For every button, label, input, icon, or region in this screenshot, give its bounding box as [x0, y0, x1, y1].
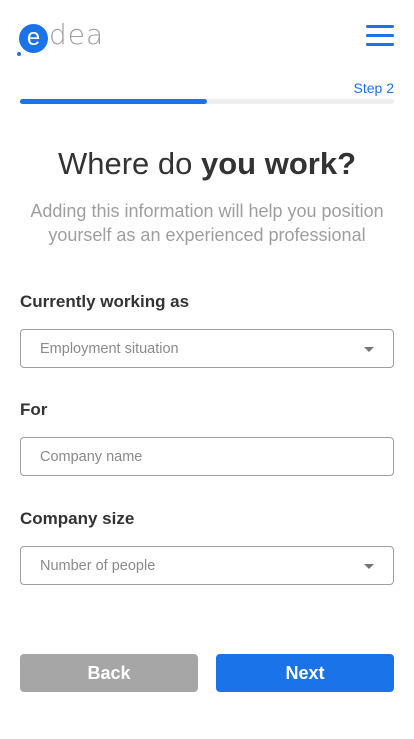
- employment-select-placeholder: Employment situation: [40, 340, 179, 357]
- company-size-placeholder: Number of people: [40, 557, 156, 574]
- hamburger-menu-icon[interactable]: [366, 25, 394, 47]
- chevron-down-icon: [364, 564, 374, 569]
- progress-bar: [20, 99, 394, 104]
- company-name-placeholder: Company name: [40, 448, 143, 465]
- header: e dea: [0, 0, 414, 70]
- page-subtitle: Adding this information will help you po…: [30, 201, 384, 245]
- logo-mark: e: [17, 23, 48, 56]
- step-label: Step 2: [353, 80, 394, 96]
- back-button[interactable]: Back: [20, 654, 198, 692]
- progress-bar-fill: [20, 99, 207, 104]
- company-size-label: Company size: [20, 509, 135, 528]
- company-label: For: [20, 400, 48, 419]
- employment-select[interactable]: Employment situation: [20, 329, 394, 368]
- menu-line-top: [366, 25, 394, 28]
- chevron-down-icon: [364, 347, 374, 352]
- menu-line-middle: [366, 34, 394, 37]
- edea-logo[interactable]: e dea: [17, 17, 105, 56]
- next-button[interactable]: Next: [216, 654, 394, 692]
- page-title-bold: you work?: [201, 146, 357, 181]
- logo-wordmark: dea: [49, 17, 105, 51]
- logo-dot: [17, 51, 21, 56]
- company-name-input[interactable]: Company name: [20, 437, 394, 476]
- employment-label: Currently working as: [20, 292, 190, 311]
- page-title-light: Where do: [57, 146, 201, 181]
- page-title: Where do you work?: [0, 146, 414, 182]
- company-size-select[interactable]: Number of people: [20, 546, 394, 585]
- menu-line-bottom: [366, 43, 394, 46]
